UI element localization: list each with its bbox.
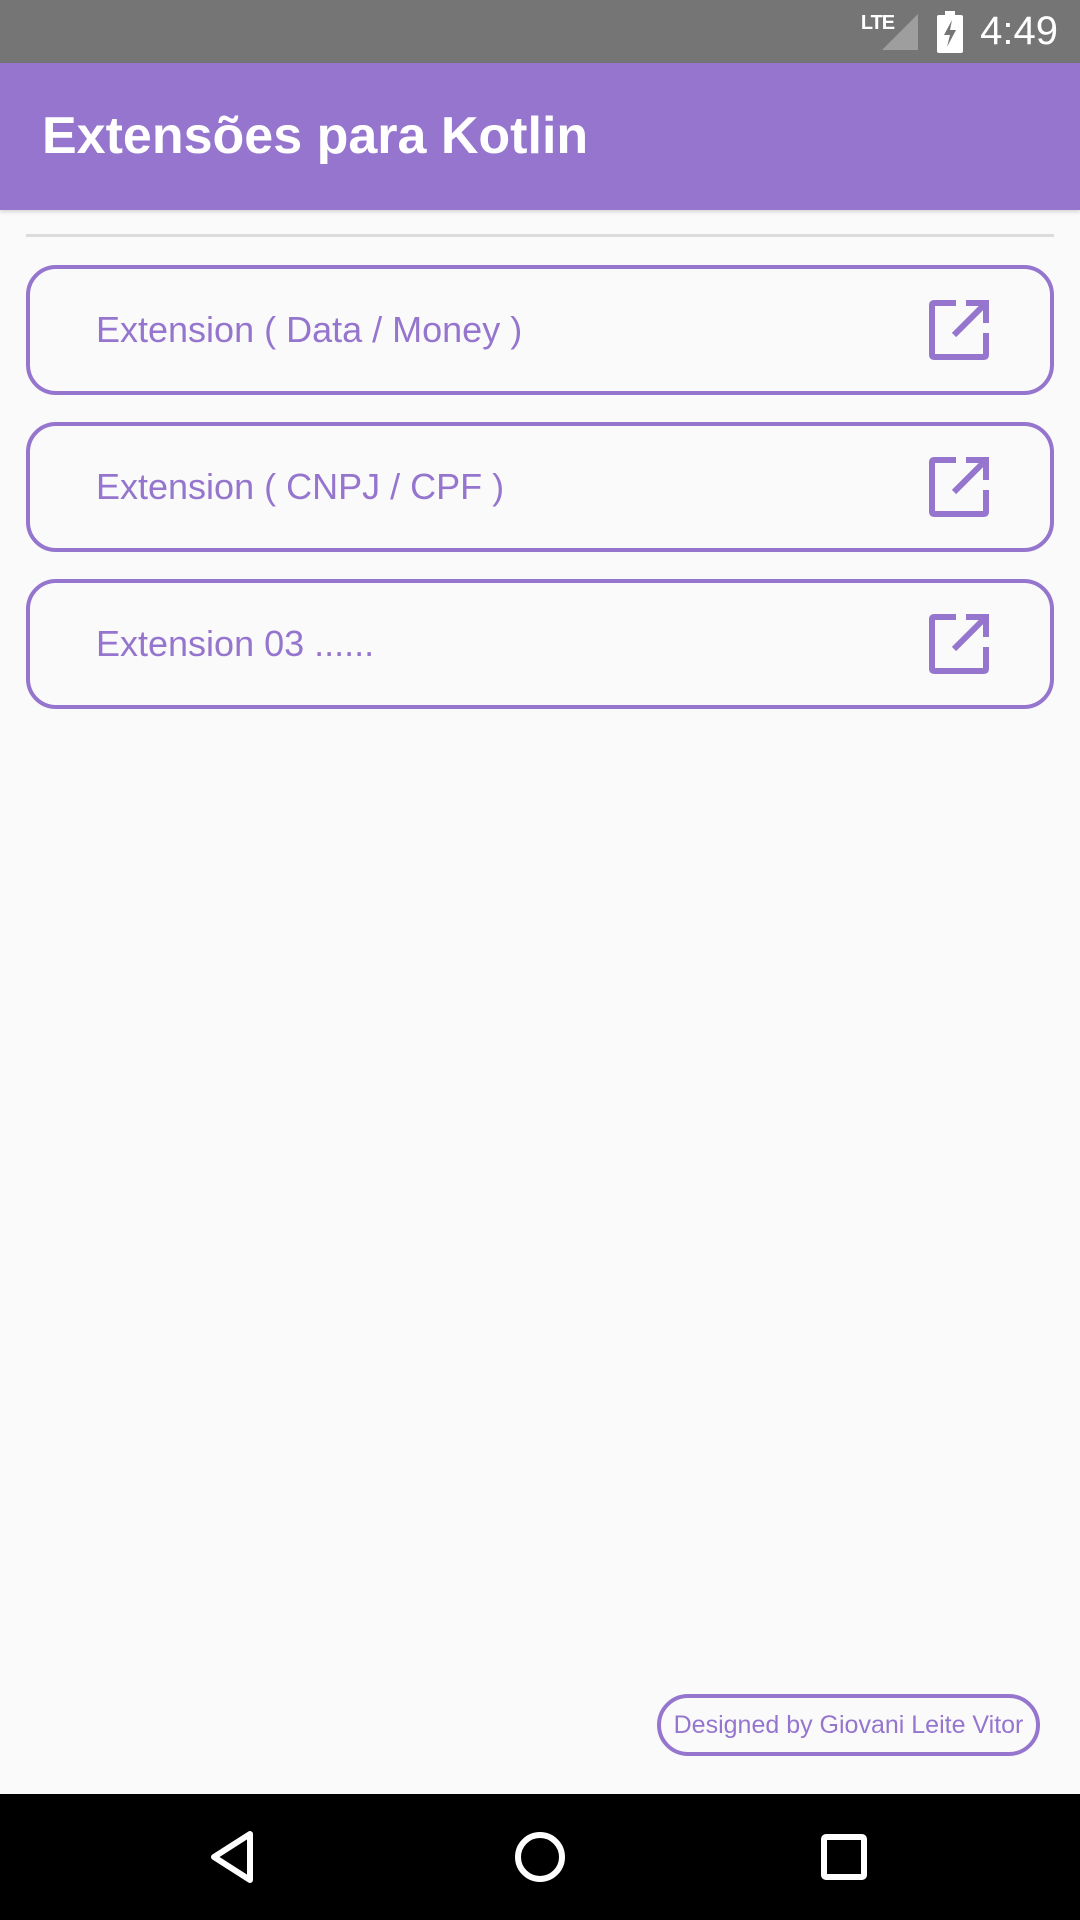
open-in-new-icon xyxy=(929,614,989,674)
home-icon[interactable] xyxy=(505,1822,575,1892)
battery-charging-icon xyxy=(937,10,964,53)
divider xyxy=(26,234,1054,237)
status-clock: 4:49 xyxy=(980,9,1058,53)
extension-card-data-money[interactable]: Extension ( Data / Money ) xyxy=(26,265,1054,395)
navigation-bar xyxy=(0,1794,1080,1920)
credit-badge: Designed by Giovani Leite Vitor xyxy=(657,1694,1040,1756)
recents-icon[interactable] xyxy=(809,1822,879,1892)
open-in-new-icon xyxy=(929,300,989,360)
status-indicators: LTE 4:49 xyxy=(861,0,1058,63)
page-title: Extensões para Kotlin xyxy=(42,107,589,165)
status-bar: LTE 4:49 xyxy=(0,0,1080,63)
open-in-new-icon xyxy=(929,457,989,517)
back-icon[interactable] xyxy=(200,1822,270,1892)
extension-card-03[interactable]: Extension 03 ...... xyxy=(26,579,1054,709)
extension-label: Extension 03 ...... xyxy=(96,623,375,664)
app-bar: Extensões para Kotlin xyxy=(0,63,1080,210)
extension-label: Extension ( CNPJ / CPF ) xyxy=(96,466,505,507)
extension-card-cnpj-cpf[interactable]: Extension ( CNPJ / CPF ) xyxy=(26,422,1054,552)
credit-text: Designed by Giovani Leite Vitor xyxy=(673,1710,1024,1739)
signal-icon xyxy=(882,13,919,50)
extension-label: Extension ( Data / Money ) xyxy=(96,309,523,350)
extension-list: Extension ( Data / Money ) Extension ( C… xyxy=(26,265,1054,736)
